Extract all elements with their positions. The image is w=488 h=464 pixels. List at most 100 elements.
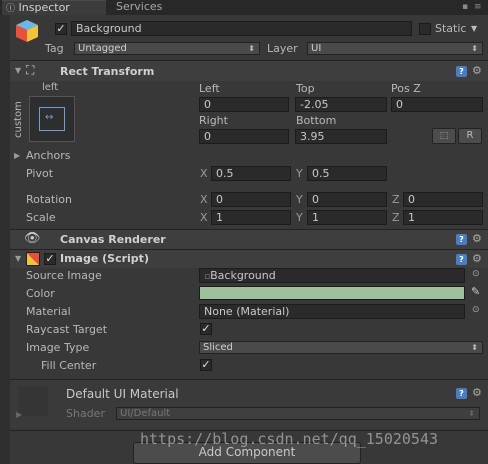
dropdown-arrow-icon: ⬍ <box>468 409 475 418</box>
eye-icon: 👁 <box>24 231 41 246</box>
gameobject-cube-icon <box>14 18 40 44</box>
dropdown-arrow-icon: ⬍ <box>471 44 478 53</box>
source-image-value: Background <box>210 269 276 282</box>
image-component-icon <box>26 252 40 266</box>
bottom-field[interactable]: 3.95 <box>295 129 387 144</box>
help-icon[interactable]: ? <box>456 234 467 245</box>
canvas-renderer-header[interactable]: 👁 Canvas Renderer ? ⚙ <box>10 230 488 249</box>
material-section-title: Default UI Material <box>66 387 179 401</box>
tab-bar: ⓘ Inspector Services ▪ ≡ <box>0 0 488 15</box>
color-swatch[interactable] <box>199 286 465 300</box>
tab-services-label: Services <box>116 0 163 13</box>
left-field[interactable]: 0 <box>199 97 289 112</box>
scale-x-field[interactable]: 1 <box>211 210 291 225</box>
rotation-label: Rotation <box>26 193 73 206</box>
tab-services[interactable]: Services <box>112 0 192 15</box>
gear-icon[interactable]: ⚙ <box>472 252 482 265</box>
shader-dropdown[interactable]: UI/Default ⬍ <box>116 407 480 420</box>
image-script-title: Image (Script) <box>60 252 149 265</box>
tag-dropdown[interactable]: Untagged ⬍ <box>74 42 260 55</box>
right-field[interactable]: 0 <box>199 129 289 144</box>
posz-field[interactable]: 0 <box>391 97 483 112</box>
rect-transform-icon: ⛶ <box>26 63 35 77</box>
info-icon: ⓘ <box>6 4 16 14</box>
material-preview <box>18 386 48 416</box>
divider <box>10 430 488 431</box>
blueprint-mode-button[interactable]: ⬚ <box>432 128 456 144</box>
posz-label: Pos Z <box>391 82 421 95</box>
active-checkbox[interactable]: ✓ <box>55 23 67 35</box>
menu-icon[interactable]: ≡ <box>474 2 482 12</box>
object-picker-icon[interactable]: ⊙ <box>472 305 480 315</box>
anchors-label[interactable]: Anchors <box>26 149 71 162</box>
scale-y-label: Y <box>296 211 303 224</box>
scale-x-label: X <box>200 211 208 224</box>
tab-inspector[interactable]: ⓘ Inspector <box>2 0 106 15</box>
fill-center-checkbox[interactable]: ✓ <box>200 359 212 371</box>
source-image-field[interactable]: ▫Background <box>199 268 465 283</box>
gear-icon[interactable]: ⚙ <box>472 64 482 77</box>
lock-icon[interactable]: ▪ <box>462 2 468 12</box>
scale-z-field[interactable]: 1 <box>403 210 483 225</box>
bottom-label: Bottom <box>296 114 337 127</box>
image-type-value: Sliced <box>203 342 233 353</box>
name-field[interactable]: Background <box>71 21 412 36</box>
dropdown-arrow-icon: ⬍ <box>471 343 478 352</box>
eyedropper-icon[interactable]: ✎ <box>471 285 480 298</box>
shader-foldout-icon[interactable]: ▶ <box>16 410 22 419</box>
help-icon[interactable]: ? <box>456 66 467 77</box>
layer-dropdown[interactable]: UI ⬍ <box>307 42 483 55</box>
static-dropdown-arrow[interactable]: ▼ <box>471 24 477 33</box>
material-field[interactable]: None (Material) <box>199 304 465 319</box>
gear-icon[interactable]: ⚙ <box>472 232 482 245</box>
right-label: Right <box>199 114 228 127</box>
rect-transform-header[interactable]: ▼ ⛶ Rect Transform ? ⚙ <box>10 61 488 81</box>
image-script-header[interactable]: ▼ ✓ Image (Script) ? ⚙ <box>10 250 488 268</box>
image-type-dropdown[interactable]: Sliced ⬍ <box>199 341 483 354</box>
rotation-x-field[interactable]: 0 <box>211 192 291 207</box>
tag-value: Untagged <box>78 43 127 54</box>
static-checkbox[interactable] <box>419 23 431 35</box>
pivot-x-field[interactable]: 0.5 <box>211 166 291 181</box>
fill-center-label: Fill Center <box>41 359 97 372</box>
scale-y-field[interactable]: 1 <box>307 210 387 225</box>
pivot-y-field[interactable]: 0.5 <box>307 166 387 181</box>
left-gutter <box>0 15 10 464</box>
help-icon[interactable]: ? <box>456 254 467 265</box>
help-icon[interactable]: ? <box>456 388 467 399</box>
scale-z-label: Z <box>392 211 400 224</box>
rect-transform-title: Rect Transform <box>60 65 155 78</box>
raycast-target-checkbox[interactable]: ✓ <box>200 323 212 335</box>
raw-edit-button[interactable]: R <box>458 128 482 144</box>
material-label: Material <box>26 305 71 318</box>
anchor-preset-top-label: left <box>42 82 59 93</box>
add-component-button[interactable]: Add Component <box>133 442 361 464</box>
anchor-preset-side-label: custom <box>13 101 24 138</box>
anchors-foldout-icon[interactable]: ▶ <box>14 151 20 160</box>
rotation-y-field[interactable]: 0 <box>307 192 387 207</box>
material-section: Default UI Material ? ⚙ ▶ Shader UI/Defa… <box>10 380 488 428</box>
tab-inspector-label: Inspector <box>18 1 70 14</box>
rotation-x-label: X <box>200 193 208 206</box>
canvas-renderer-title: Canvas Renderer <box>60 233 166 246</box>
raycast-target-label: Raycast Target <box>26 323 108 336</box>
object-picker-icon[interactable]: ⊙ <box>472 269 480 279</box>
pivot-y-label: Y <box>296 167 303 180</box>
gear-icon[interactable]: ⚙ <box>472 386 482 399</box>
scale-label: Scale <box>26 211 56 224</box>
foldout-arrow-icon[interactable]: ▼ <box>15 66 21 75</box>
top-label: Top <box>296 82 315 95</box>
shader-value: UI/Default <box>120 408 171 419</box>
image-enabled-checkbox[interactable]: ✓ <box>44 253 56 265</box>
rotation-z-field[interactable]: 0 <box>403 192 483 207</box>
dropdown-arrow-icon: ⬍ <box>248 44 255 53</box>
anchor-preset-button[interactable]: ↔ <box>29 96 75 142</box>
foldout-arrow-icon[interactable]: ▼ <box>15 254 21 263</box>
shader-label: Shader <box>66 407 105 420</box>
pivot-x-label: X <box>200 167 208 180</box>
tag-label: Tag <box>45 42 64 55</box>
rotation-y-label: Y <box>296 193 303 206</box>
top-field[interactable]: -2.05 <box>295 97 387 112</box>
pivot-label: Pivot <box>26 167 54 180</box>
layer-value: UI <box>311 43 322 54</box>
